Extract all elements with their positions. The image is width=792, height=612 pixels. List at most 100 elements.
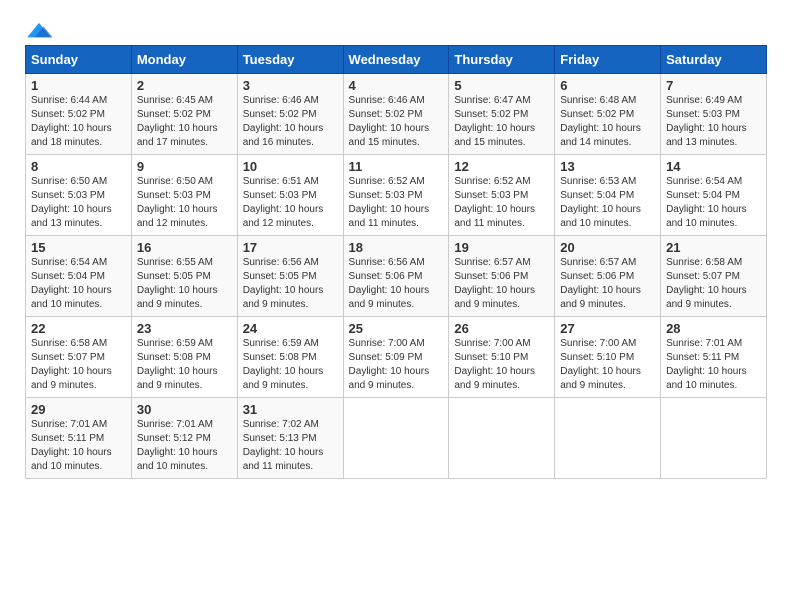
calendar-week-row: 1Sunrise: 6:44 AMSunset: 5:02 PMDaylight… xyxy=(26,74,767,155)
weekday-header: Friday xyxy=(555,46,661,74)
calendar-table: SundayMondayTuesdayWednesdayThursdayFrid… xyxy=(25,45,767,479)
day-info: Sunrise: 7:01 AMSunset: 5:12 PMDaylight:… xyxy=(137,418,232,474)
calendar-day-cell: 2Sunrise: 6:45 AMSunset: 5:02 PMDaylight… xyxy=(131,74,237,155)
day-number: 15 xyxy=(31,240,126,255)
calendar-day-cell: 1Sunrise: 6:44 AMSunset: 5:02 PMDaylight… xyxy=(26,74,132,155)
calendar-day-cell: 3Sunrise: 6:46 AMSunset: 5:02 PMDaylight… xyxy=(237,74,343,155)
calendar-day-cell: 12Sunrise: 6:52 AMSunset: 5:03 PMDayligh… xyxy=(449,155,555,236)
calendar-day-cell: 20Sunrise: 6:57 AMSunset: 5:06 PMDayligh… xyxy=(555,236,661,317)
header xyxy=(25,20,767,41)
day-number: 26 xyxy=(454,321,549,336)
calendar-day-cell: 13Sunrise: 6:53 AMSunset: 5:04 PMDayligh… xyxy=(555,155,661,236)
day-number: 19 xyxy=(454,240,549,255)
day-info: Sunrise: 6:59 AMSunset: 5:08 PMDaylight:… xyxy=(137,337,232,393)
header-row: SundayMondayTuesdayWednesdayThursdayFrid… xyxy=(26,46,767,74)
calendar-day-cell xyxy=(449,398,555,479)
calendar-day-cell: 5Sunrise: 6:47 AMSunset: 5:02 PMDaylight… xyxy=(449,74,555,155)
day-number: 21 xyxy=(666,240,761,255)
day-number: 23 xyxy=(137,321,232,336)
day-info: Sunrise: 6:53 AMSunset: 5:04 PMDaylight:… xyxy=(560,175,655,231)
calendar-day-cell: 21Sunrise: 6:58 AMSunset: 5:07 PMDayligh… xyxy=(661,236,767,317)
calendar-week-row: 8Sunrise: 6:50 AMSunset: 5:03 PMDaylight… xyxy=(26,155,767,236)
calendar-day-cell: 22Sunrise: 6:58 AMSunset: 5:07 PMDayligh… xyxy=(26,317,132,398)
day-info: Sunrise: 6:58 AMSunset: 5:07 PMDaylight:… xyxy=(666,256,761,312)
day-info: Sunrise: 7:02 AMSunset: 5:13 PMDaylight:… xyxy=(243,418,338,474)
day-info: Sunrise: 6:54 AMSunset: 5:04 PMDaylight:… xyxy=(666,175,761,231)
weekday-header: Wednesday xyxy=(343,46,449,74)
day-info: Sunrise: 7:00 AMSunset: 5:10 PMDaylight:… xyxy=(560,337,655,393)
day-number: 24 xyxy=(243,321,338,336)
day-number: 7 xyxy=(666,78,761,93)
day-number: 28 xyxy=(666,321,761,336)
day-info: Sunrise: 6:48 AMSunset: 5:02 PMDaylight:… xyxy=(560,94,655,150)
calendar-day-cell: 24Sunrise: 6:59 AMSunset: 5:08 PMDayligh… xyxy=(237,317,343,398)
day-info: Sunrise: 6:57 AMSunset: 5:06 PMDaylight:… xyxy=(454,256,549,312)
day-info: Sunrise: 6:54 AMSunset: 5:04 PMDaylight:… xyxy=(31,256,126,312)
calendar-day-cell: 29Sunrise: 7:01 AMSunset: 5:11 PMDayligh… xyxy=(26,398,132,479)
day-info: Sunrise: 6:52 AMSunset: 5:03 PMDaylight:… xyxy=(349,175,444,231)
day-info: Sunrise: 6:50 AMSunset: 5:03 PMDaylight:… xyxy=(31,175,126,231)
day-info: Sunrise: 7:00 AMSunset: 5:09 PMDaylight:… xyxy=(349,337,444,393)
day-number: 16 xyxy=(137,240,232,255)
day-info: Sunrise: 7:00 AMSunset: 5:10 PMDaylight:… xyxy=(454,337,549,393)
day-info: Sunrise: 6:47 AMSunset: 5:02 PMDaylight:… xyxy=(454,94,549,150)
calendar-day-cell: 15Sunrise: 6:54 AMSunset: 5:04 PMDayligh… xyxy=(26,236,132,317)
calendar-week-row: 22Sunrise: 6:58 AMSunset: 5:07 PMDayligh… xyxy=(26,317,767,398)
weekday-header: Sunday xyxy=(26,46,132,74)
day-info: Sunrise: 6:58 AMSunset: 5:07 PMDaylight:… xyxy=(31,337,126,393)
calendar-week-row: 29Sunrise: 7:01 AMSunset: 5:11 PMDayligh… xyxy=(26,398,767,479)
day-number: 5 xyxy=(454,78,549,93)
calendar-day-cell: 27Sunrise: 7:00 AMSunset: 5:10 PMDayligh… xyxy=(555,317,661,398)
day-info: Sunrise: 6:46 AMSunset: 5:02 PMDaylight:… xyxy=(243,94,338,150)
weekday-header: Monday xyxy=(131,46,237,74)
day-info: Sunrise: 6:51 AMSunset: 5:03 PMDaylight:… xyxy=(243,175,338,231)
calendar-day-cell: 31Sunrise: 7:02 AMSunset: 5:13 PMDayligh… xyxy=(237,398,343,479)
day-number: 25 xyxy=(349,321,444,336)
day-number: 9 xyxy=(137,159,232,174)
day-info: Sunrise: 6:44 AMSunset: 5:02 PMDaylight:… xyxy=(31,94,126,150)
day-number: 11 xyxy=(349,159,444,174)
calendar-day-cell: 8Sunrise: 6:50 AMSunset: 5:03 PMDaylight… xyxy=(26,155,132,236)
calendar-day-cell: 28Sunrise: 7:01 AMSunset: 5:11 PMDayligh… xyxy=(661,317,767,398)
day-number: 14 xyxy=(666,159,761,174)
day-number: 29 xyxy=(31,402,126,417)
calendar-day-cell: 25Sunrise: 7:00 AMSunset: 5:09 PMDayligh… xyxy=(343,317,449,398)
weekday-header: Tuesday xyxy=(237,46,343,74)
calendar-day-cell: 18Sunrise: 6:56 AMSunset: 5:06 PMDayligh… xyxy=(343,236,449,317)
weekday-header: Saturday xyxy=(661,46,767,74)
day-number: 6 xyxy=(560,78,655,93)
day-number: 17 xyxy=(243,240,338,255)
calendar-day-cell: 23Sunrise: 6:59 AMSunset: 5:08 PMDayligh… xyxy=(131,317,237,398)
day-number: 20 xyxy=(560,240,655,255)
day-number: 3 xyxy=(243,78,338,93)
day-number: 12 xyxy=(454,159,549,174)
day-info: Sunrise: 6:50 AMSunset: 5:03 PMDaylight:… xyxy=(137,175,232,231)
logo xyxy=(25,20,57,41)
day-info: Sunrise: 7:01 AMSunset: 5:11 PMDaylight:… xyxy=(31,418,126,474)
calendar-day-cell: 30Sunrise: 7:01 AMSunset: 5:12 PMDayligh… xyxy=(131,398,237,479)
day-number: 27 xyxy=(560,321,655,336)
calendar-day-cell: 14Sunrise: 6:54 AMSunset: 5:04 PMDayligh… xyxy=(661,155,767,236)
calendar-day-cell: 9Sunrise: 6:50 AMSunset: 5:03 PMDaylight… xyxy=(131,155,237,236)
day-number: 2 xyxy=(137,78,232,93)
day-info: Sunrise: 6:46 AMSunset: 5:02 PMDaylight:… xyxy=(349,94,444,150)
day-number: 10 xyxy=(243,159,338,174)
calendar-day-cell: 19Sunrise: 6:57 AMSunset: 5:06 PMDayligh… xyxy=(449,236,555,317)
calendar-day-cell: 16Sunrise: 6:55 AMSunset: 5:05 PMDayligh… xyxy=(131,236,237,317)
day-info: Sunrise: 6:57 AMSunset: 5:06 PMDaylight:… xyxy=(560,256,655,312)
day-number: 18 xyxy=(349,240,444,255)
day-info: Sunrise: 6:52 AMSunset: 5:03 PMDaylight:… xyxy=(454,175,549,231)
logo-icon xyxy=(25,21,53,41)
day-number: 13 xyxy=(560,159,655,174)
calendar-day-cell: 10Sunrise: 6:51 AMSunset: 5:03 PMDayligh… xyxy=(237,155,343,236)
day-number: 4 xyxy=(349,78,444,93)
calendar-week-row: 15Sunrise: 6:54 AMSunset: 5:04 PMDayligh… xyxy=(26,236,767,317)
day-number: 22 xyxy=(31,321,126,336)
calendar-day-cell xyxy=(343,398,449,479)
day-number: 8 xyxy=(31,159,126,174)
day-number: 31 xyxy=(243,402,338,417)
day-number: 30 xyxy=(137,402,232,417)
calendar-day-cell: 26Sunrise: 7:00 AMSunset: 5:10 PMDayligh… xyxy=(449,317,555,398)
weekday-header: Thursday xyxy=(449,46,555,74)
day-number: 1 xyxy=(31,78,126,93)
